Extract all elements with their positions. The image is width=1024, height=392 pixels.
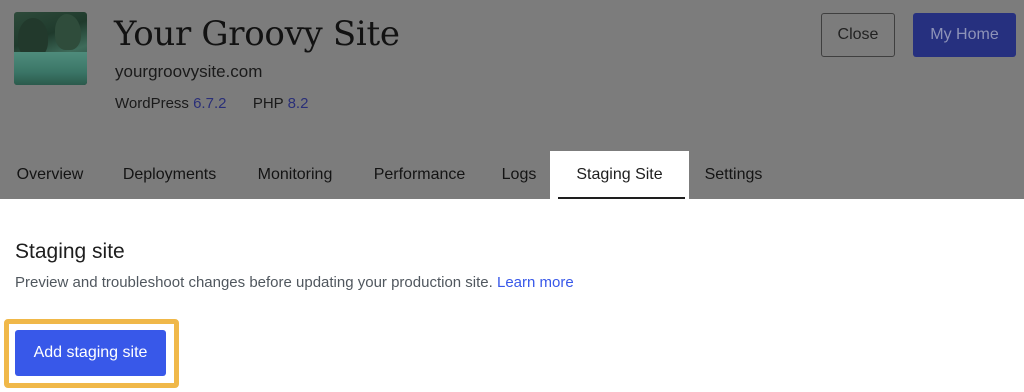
close-button[interactable]: Close	[821, 13, 895, 57]
thumbnail-trees-right	[55, 14, 81, 50]
add-staging-site-button[interactable]: Add staging site	[15, 330, 166, 376]
site-domain: yourgroovysite.com	[115, 62, 263, 81]
learn-more-link[interactable]: Learn more	[497, 274, 574, 291]
tab-deployments[interactable]: Deployments	[100, 151, 239, 199]
site-title: Your Groovy Site	[114, 14, 400, 54]
my-home-button[interactable]: My Home	[913, 13, 1016, 57]
tab-performance[interactable]: Performance	[351, 151, 488, 199]
tab-monitoring[interactable]: Monitoring	[239, 151, 351, 199]
site-tabs: Overview Deployments Monitoring Performa…	[0, 151, 1024, 199]
staging-description: Preview and troubleshoot changes before …	[15, 274, 574, 291]
tab-logs[interactable]: Logs	[488, 151, 550, 199]
wordpress-label: WordPress	[115, 95, 189, 112]
tab-overview[interactable]: Overview	[0, 151, 100, 199]
php-version: 8.2	[287, 95, 309, 112]
version-info: WordPress 6.7.2 PHP 8.2	[115, 95, 308, 112]
tab-settings[interactable]: Settings	[689, 151, 778, 199]
wordpress-version: 6.7.2	[193, 95, 227, 112]
thumbnail-water	[14, 52, 87, 85]
tab-staging-site[interactable]: Staging Site	[550, 151, 689, 199]
php-label: PHP	[252, 95, 284, 112]
site-header: Your Groovy Site yourgroovysite.com Word…	[0, 0, 1024, 199]
staging-section-title: Staging site	[15, 240, 125, 263]
site-thumbnail-image	[14, 12, 87, 85]
staging-description-text: Preview and troubleshoot changes before …	[15, 274, 493, 291]
